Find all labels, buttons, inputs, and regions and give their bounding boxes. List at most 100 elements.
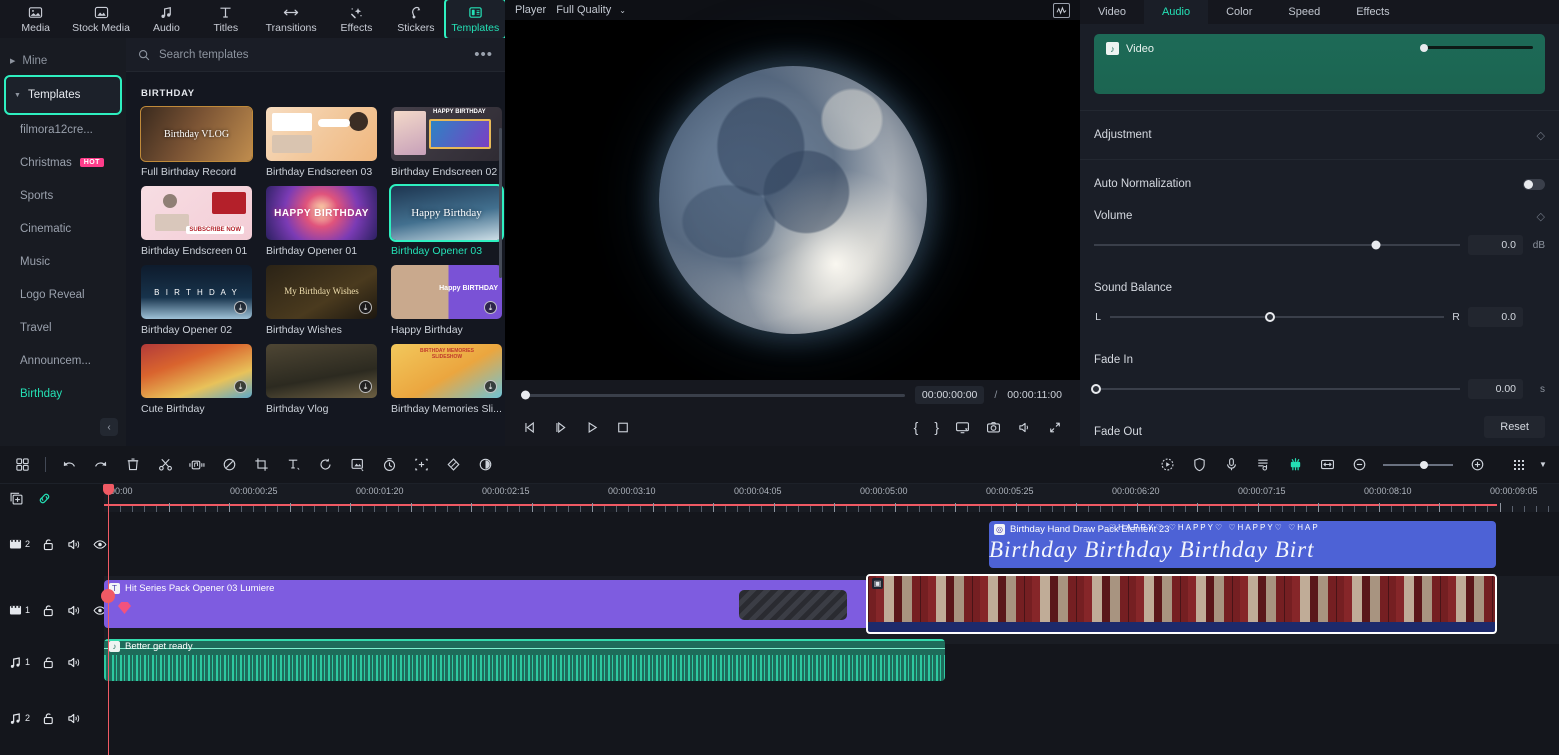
sidebar-item-birthday[interactable]: Birthday — [0, 377, 126, 410]
sidebar-item-music[interactable]: Music — [0, 245, 126, 278]
audio-detach-button[interactable] — [181, 449, 213, 481]
volume-slider-handle[interactable] — [1371, 241, 1380, 250]
speed-button[interactable] — [373, 449, 405, 481]
zoom-slider-handle[interactable] — [1420, 461, 1428, 469]
nav-item-stock-media[interactable]: Stock Media — [65, 0, 136, 38]
seek-slider[interactable] — [523, 394, 905, 397]
clip-hit-series-pack-opener[interactable]: T Hit Series Pack Opener 03 Lumiere — [104, 580, 869, 628]
mark-in-button[interactable]: { — [914, 419, 919, 435]
sidebar-item-travel[interactable]: Travel — [0, 311, 126, 344]
shield-button[interactable] — [1183, 449, 1215, 481]
template-card[interactable]: Happy Birthday Birthday Opener 03 — [391, 186, 502, 257]
volume-slider[interactable] — [1094, 244, 1460, 246]
markers-button[interactable] — [1247, 449, 1279, 481]
render-preview-button[interactable] — [955, 421, 970, 434]
sidebar-item-logo-reveal[interactable]: Logo Reveal — [0, 278, 126, 311]
sidebar-item-sports[interactable]: Sports — [0, 179, 126, 212]
lock-icon[interactable] — [42, 712, 55, 725]
template-card[interactable]: ⤓ Birthday Vlog — [266, 344, 377, 415]
template-thumbnail[interactable]: Birthday VLOG — [141, 107, 252, 161]
snapshot-button[interactable] — [986, 421, 1001, 434]
more-horizontal-icon[interactable]: ••• — [474, 51, 493, 59]
tab-color[interactable]: Color — [1208, 0, 1270, 24]
caret-down-button[interactable]: ▼ — [1535, 449, 1551, 481]
lane-audio-2[interactable] — [104, 690, 1559, 755]
download-icon[interactable]: ⤓ — [359, 380, 372, 393]
mask-button[interactable] — [341, 449, 373, 481]
sound-balance-value[interactable]: 0.0 — [1468, 307, 1523, 327]
split-button[interactable] — [149, 449, 181, 481]
sidebar-item-filmora12cre[interactable]: filmora12cre... — [0, 113, 126, 146]
zoom-slider[interactable] — [1383, 464, 1453, 466]
mark-out-button[interactable]: } — [934, 419, 939, 435]
nav-item-media[interactable]: Media — [6, 0, 65, 38]
download-icon[interactable]: ⤓ — [234, 301, 247, 314]
zoom-in-button[interactable] — [1461, 449, 1493, 481]
chevron-left-icon[interactable]: ‹ — [100, 418, 118, 436]
seek-handle[interactable] — [521, 391, 530, 400]
fade-in-slider[interactable] — [1094, 388, 1460, 390]
clip-better-get-ready[interactable]: ♪ Better get ready — [104, 639, 945, 681]
fit-timeline-button[interactable] — [1311, 449, 1343, 481]
lock-icon[interactable] — [42, 604, 55, 617]
next-frame-button[interactable] — [554, 421, 569, 434]
diamond-icon[interactable]: ◇ — [1537, 129, 1545, 142]
template-card[interactable]: SUBSCRIBE NOW Birthday Endscreen 01 — [141, 186, 252, 257]
tab-effects[interactable]: Effects — [1338, 0, 1407, 24]
template-thumbnail[interactable]: ⤓ — [141, 344, 252, 398]
clip-birthday-hand-draw-pack[interactable]: Birthday Birthday Birthday Birt ♡HAPPY♡ … — [989, 521, 1496, 568]
layout-button[interactable] — [6, 449, 38, 481]
nav-item-transitions[interactable]: Transitions — [256, 0, 327, 38]
mute-icon[interactable] — [67, 538, 81, 551]
download-icon[interactable]: ⤓ — [359, 301, 372, 314]
reset-button[interactable]: Reset — [1484, 416, 1545, 438]
template-card[interactable]: Happy BIRTHDAY ⤓ Happy Birthday — [391, 265, 502, 336]
sidebar-item-cinematic[interactable]: Cinematic — [0, 212, 126, 245]
delete-button[interactable] — [117, 449, 149, 481]
template-card[interactable]: HAPPY BIRTHDAY Birthday Opener 01 — [266, 186, 377, 257]
audio-clip-card[interactable]: ♪ Video — [1094, 34, 1545, 94]
rotate-button[interactable] — [309, 449, 341, 481]
auto-normalization-toggle[interactable] — [1523, 179, 1545, 190]
template-thumbnail[interactable]: HAPPY BIRTHDAY — [266, 186, 377, 240]
template-card[interactable]: My Birthday Wishes ⤓ Birthday Wishes — [266, 265, 377, 336]
mic-button[interactable] — [1215, 449, 1247, 481]
link-icon[interactable] — [37, 491, 52, 506]
undo-button[interactable] — [53, 449, 85, 481]
templates-scrollbar[interactable] — [499, 128, 502, 278]
color-match-button[interactable] — [213, 449, 245, 481]
text-button[interactable] — [277, 449, 309, 481]
audio-card-slider-handle[interactable] — [1420, 44, 1428, 52]
keyframe-button[interactable] — [437, 449, 469, 481]
zoom-out-button[interactable] — [1343, 449, 1375, 481]
sidebar-item-christmas[interactable]: Christmas HOT — [0, 146, 126, 179]
template-card[interactable]: HAPPY BIRTHDAY Birthday Endscreen 02 — [391, 107, 502, 178]
mute-icon[interactable] — [67, 604, 81, 617]
crop-button[interactable] — [245, 449, 277, 481]
stop-button[interactable] — [616, 421, 630, 434]
fullscreen-button[interactable] — [1048, 421, 1062, 434]
mute-icon[interactable] — [67, 712, 81, 725]
download-icon[interactable]: ⤓ — [484, 380, 497, 393]
template-thumbnail[interactable] — [266, 107, 377, 161]
add-marker-button[interactable] — [405, 449, 437, 481]
auto-reframe-button[interactable] — [1151, 449, 1183, 481]
add-track-icon[interactable] — [9, 491, 24, 506]
waveform-scope-icon[interactable] — [1053, 3, 1070, 18]
redo-button[interactable] — [85, 449, 117, 481]
sound-balance-slider[interactable] — [1110, 316, 1444, 318]
video-preview-stage[interactable] — [505, 20, 1080, 380]
quality-selector[interactable]: Full Quality ⌄ — [556, 4, 626, 16]
sound-balance-handle[interactable] — [1265, 312, 1275, 322]
template-card[interactable]: ⤓ Cute Birthday — [141, 344, 252, 415]
template-thumbnail[interactable]: SUBSCRIBE NOW — [141, 186, 252, 240]
mute-icon[interactable] — [67, 656, 81, 669]
template-thumbnail[interactable]: BIRTHDAY MEMORIES SLIDESHOW ⤓ — [391, 344, 502, 398]
sidebar-item-announcement[interactable]: Announcem... — [0, 344, 126, 377]
template-thumbnail[interactable]: Happy BIRTHDAY ⤓ — [391, 265, 502, 319]
template-thumbnail[interactable]: Happy Birthday — [391, 186, 502, 240]
prev-frame-button[interactable] — [523, 421, 538, 434]
template-card[interactable]: Birthday Endscreen 03 — [266, 107, 377, 178]
fade-in-handle[interactable] — [1091, 384, 1101, 394]
search-bar[interactable]: Search templates ••• — [126, 38, 505, 72]
